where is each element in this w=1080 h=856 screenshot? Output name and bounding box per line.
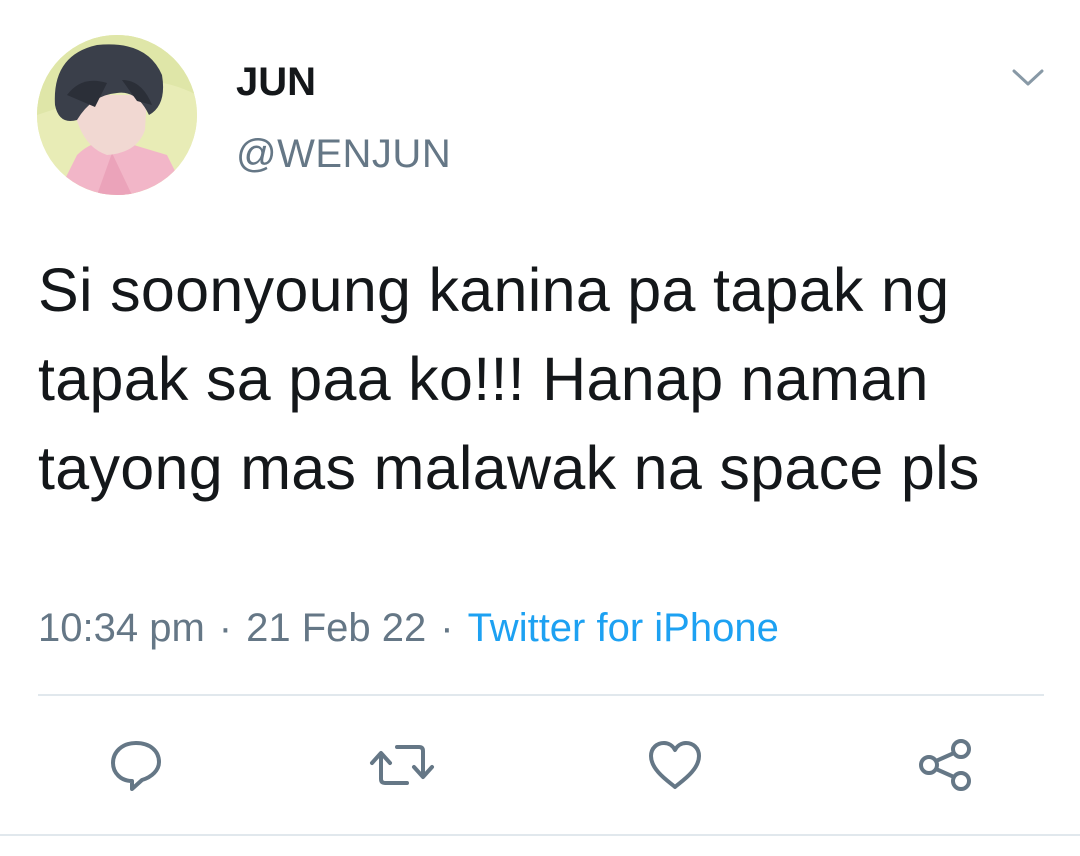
share-button[interactable] — [910, 730, 980, 800]
tweet-text: Si soonyoung kanina pa tapak ng tapak sa… — [38, 256, 980, 502]
share-icon — [919, 739, 971, 791]
heart-icon — [649, 741, 701, 789]
tweet-date: 21 Feb 22 — [246, 606, 427, 650]
avatar-image — [37, 35, 197, 195]
retweet-button[interactable] — [367, 730, 437, 800]
tweet-card: JUN @WENJUN Si soonyoung kanina pa tapak… — [0, 0, 1080, 856]
retweet-icon — [370, 745, 434, 785]
divider — [0, 834, 1080, 836]
meta-separator: · — [440, 606, 454, 650]
chevron-down-icon[interactable] — [1008, 62, 1048, 94]
user-handle[interactable]: @WENJUN — [236, 130, 451, 178]
reply-icon — [111, 741, 161, 791]
meta-separator: · — [218, 606, 233, 650]
action-bar — [0, 730, 1080, 800]
reply-button[interactable] — [101, 730, 171, 800]
like-button[interactable] — [640, 730, 710, 800]
tweet-source-link[interactable]: Twitter for iPhone — [468, 606, 779, 650]
display-name[interactable]: JUN — [236, 58, 316, 106]
tweet-time: 10:34 pm — [38, 606, 205, 650]
avatar[interactable] — [37, 35, 197, 195]
divider — [38, 694, 1044, 696]
tweet-meta: 10:34 pm · 21 Feb 22 · Twitter for iPhone — [38, 602, 779, 654]
